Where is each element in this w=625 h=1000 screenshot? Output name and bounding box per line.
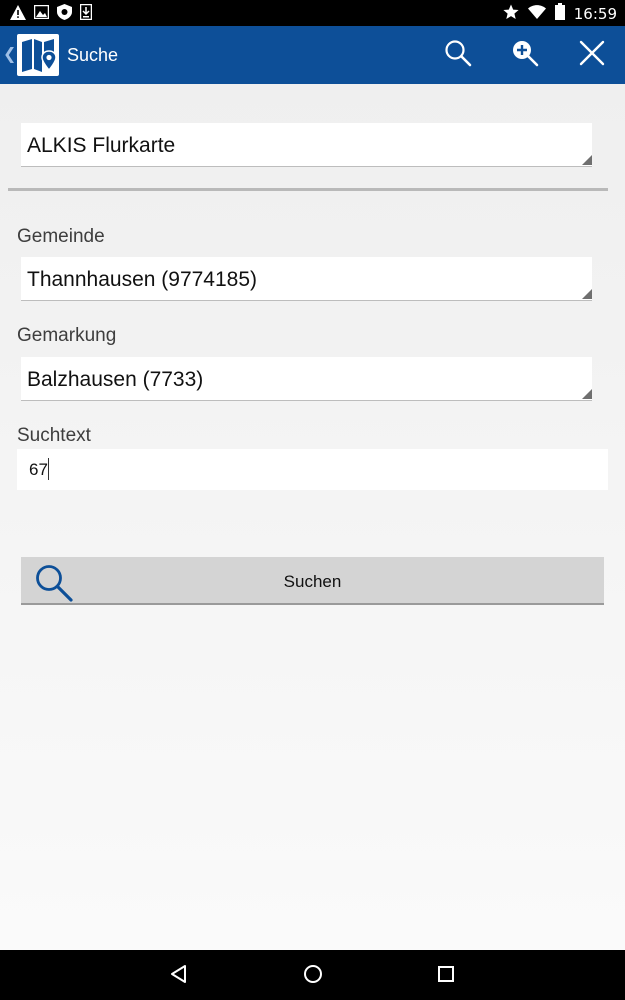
app-bar: ❮ Suche <box>0 26 625 84</box>
gemeinde-dropdown-value: Thannhausen (9774185) <box>27 268 258 291</box>
warning-icon <box>10 4 26 25</box>
search-submit-label: Suchen <box>283 572 342 591</box>
search-form: ALKIS Flurkarte Gemeinde Thannhausen (97… <box>0 84 625 950</box>
clock: 16:59 <box>573 5 617 23</box>
divider <box>8 188 608 191</box>
suchtext-label: Suchtext <box>17 425 91 446</box>
nav-back-button[interactable] <box>166 963 192 989</box>
nav-home-button[interactable] <box>300 963 326 989</box>
search-submit-button[interactable]: Suchen <box>21 557 604 605</box>
wifi-icon <box>527 4 546 24</box>
zoom-in-icon <box>511 39 539 72</box>
dropdown-corner-icon <box>582 289 592 299</box>
page-title: Suche <box>67 45 119 65</box>
dropdown-corner-icon <box>582 389 592 399</box>
layer-dropdown-value: ALKIS Flurkarte <box>27 134 176 157</box>
star-icon <box>503 4 519 25</box>
shield-icon <box>57 4 72 25</box>
close-action-button[interactable] <box>572 35 612 75</box>
home-circle-icon <box>303 964 323 989</box>
download-icon <box>79 3 93 25</box>
layer-dropdown[interactable]: ALKIS Flurkarte <box>21 123 592 167</box>
dropdown-corner-icon <box>582 155 592 165</box>
navigation-bar <box>0 950 625 1000</box>
search-icon <box>444 39 472 72</box>
search-action-button[interactable] <box>438 35 478 75</box>
up-chevron-icon[interactable]: ❮ <box>3 44 16 64</box>
suchtext-input[interactable]: 67 <box>17 449 608 490</box>
suchtext-input-value: 67 <box>29 460 48 479</box>
battery-icon <box>554 3 565 25</box>
back-triangle-icon <box>169 964 189 989</box>
system-icons: 16:59 <box>503 3 617 25</box>
nav-recents-button[interactable] <box>433 963 459 989</box>
zoom-in-action-button[interactable] <box>505 35 545 75</box>
gemarkung-dropdown[interactable]: Balzhausen (7733) <box>21 357 592 401</box>
status-bar: 16:59 <box>0 0 625 26</box>
notification-icons <box>10 3 93 25</box>
image-icon <box>33 4 50 24</box>
app-logo-icon[interactable] <box>17 34 59 76</box>
gemeinde-dropdown[interactable]: Thannhausen (9774185) <box>21 257 592 301</box>
text-cursor <box>48 458 49 480</box>
close-icon <box>578 39 606 72</box>
gemeinde-label: Gemeinde <box>17 226 105 247</box>
gemarkung-dropdown-value: Balzhausen (7733) <box>27 368 204 391</box>
recents-square-icon <box>437 965 455 988</box>
gemarkung-label: Gemarkung <box>17 325 117 346</box>
